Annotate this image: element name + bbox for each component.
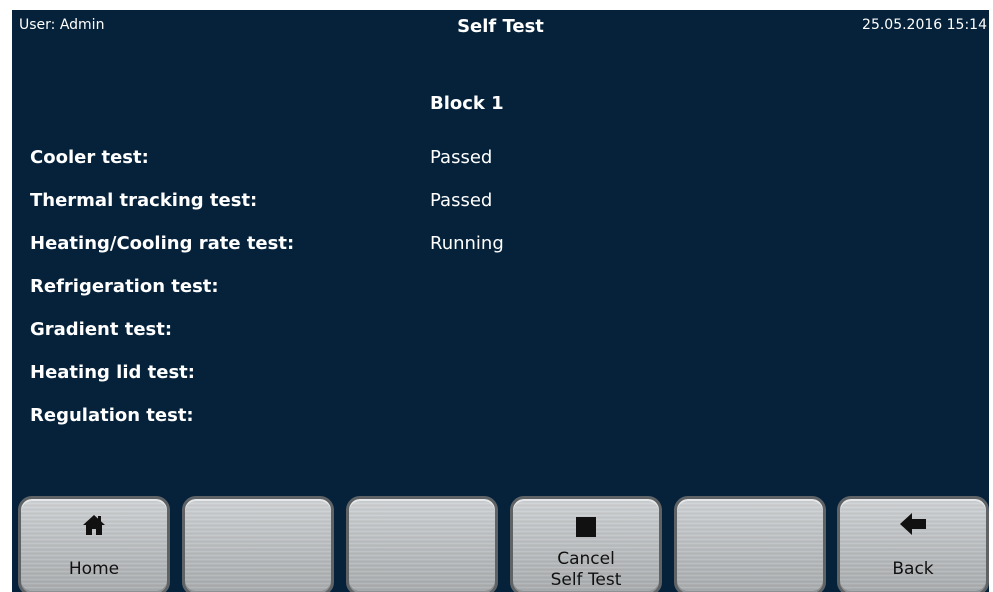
test-name: Heating/Cooling rate test: bbox=[30, 233, 295, 254]
test-name: Refrigeration test: bbox=[30, 276, 219, 297]
test-row-regulation: Regulation test: bbox=[30, 405, 730, 431]
home-button[interactable]: Home bbox=[18, 496, 170, 592]
cancel-label-line2: Self Test bbox=[550, 570, 622, 590]
back-label: Back bbox=[892, 559, 934, 579]
test-row-gradient: Gradient test: bbox=[30, 319, 730, 345]
block-label: Block 1 bbox=[430, 93, 504, 114]
test-row-heating-cooling-rate: Heating/Cooling rate test: Running bbox=[30, 233, 730, 259]
test-row-heating-lid: Heating lid test: bbox=[30, 362, 730, 388]
test-name: Thermal tracking test: bbox=[30, 190, 258, 211]
self-test-screen: User: Admin Self Test 25.05.2016 15:14 B… bbox=[12, 10, 989, 592]
page-title: Self Test bbox=[457, 16, 544, 37]
test-status: Passed bbox=[430, 147, 493, 168]
cancel-label-line1: Cancel bbox=[557, 549, 615, 569]
date-time: 25.05.2016 15:14 bbox=[862, 17, 987, 33]
test-name: Cooler test: bbox=[30, 147, 149, 168]
test-name: Heating lid test: bbox=[30, 362, 195, 383]
back-button[interactable]: Back bbox=[837, 496, 989, 592]
empty-button-5[interactable] bbox=[674, 496, 826, 592]
back-arrow-icon bbox=[840, 513, 986, 535]
cancel-self-test-button[interactable]: Cancel Self Test bbox=[510, 496, 662, 592]
test-name: Gradient test: bbox=[30, 319, 173, 340]
test-name: Regulation test: bbox=[30, 405, 194, 426]
stop-icon bbox=[513, 517, 659, 537]
test-status: Running bbox=[430, 233, 504, 254]
test-status: Passed bbox=[430, 190, 493, 211]
empty-button-2[interactable] bbox=[182, 496, 334, 592]
home-label: Home bbox=[68, 559, 120, 579]
test-row-thermal-tracking: Thermal tracking test: Passed bbox=[30, 190, 730, 216]
empty-button-3[interactable] bbox=[346, 496, 498, 592]
test-row-refrigeration: Refrigeration test: bbox=[30, 276, 730, 302]
home-icon bbox=[21, 513, 167, 537]
test-row-cooler: Cooler test: Passed bbox=[30, 147, 730, 173]
